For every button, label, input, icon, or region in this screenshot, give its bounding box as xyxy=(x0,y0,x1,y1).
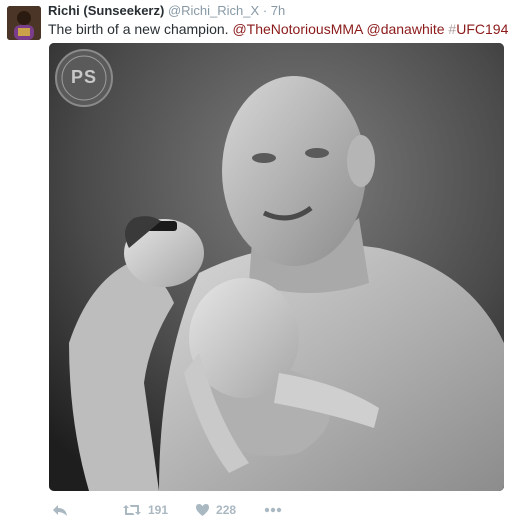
like-count: 228 xyxy=(216,503,237,517)
user-fullname[interactable]: Richi (Sunseekerz) xyxy=(48,3,164,18)
retweet-button[interactable]: 191 xyxy=(122,503,168,517)
tweet-header: Richi (Sunseekerz) @Richi_Rich_X · 7h xyxy=(48,3,285,19)
user-username[interactable]: @Richi_Rich_X xyxy=(168,3,259,18)
more-icon xyxy=(264,507,282,513)
reply-button[interactable] xyxy=(52,503,68,517)
more-button[interactable] xyxy=(264,507,282,513)
separator-dot: · xyxy=(262,3,268,18)
avatar[interactable] xyxy=(7,6,41,40)
retweet-icon xyxy=(122,503,142,517)
tweet-photo[interactable]: PS xyxy=(49,43,504,491)
hashtag-text: UFC194 xyxy=(456,21,509,37)
tweet-text-plain: The birth of a new champion. xyxy=(48,21,233,37)
watermark-logo: PS xyxy=(70,67,97,87)
tweet-card: Richi (Sunseekerz) @Richi_Rich_X · 7h Th… xyxy=(0,0,514,528)
retweet-count: 191 xyxy=(148,503,169,517)
hashtag-ufc194[interactable]: #UFC194 xyxy=(448,21,508,37)
tweet-text: The birth of a new champion. @TheNotorio… xyxy=(48,20,508,38)
like-button[interactable]: 228 xyxy=(195,503,236,517)
heart-icon xyxy=(195,503,210,517)
tweet-timestamp[interactable]: 7h xyxy=(271,3,285,18)
reply-icon xyxy=(52,503,68,517)
mention-thenotoriousmma[interactable]: @TheNotoriousMMA xyxy=(232,21,362,37)
tweet-actions: 191 228 xyxy=(49,499,282,521)
mention-danawhite[interactable]: @danawhite xyxy=(366,21,444,37)
